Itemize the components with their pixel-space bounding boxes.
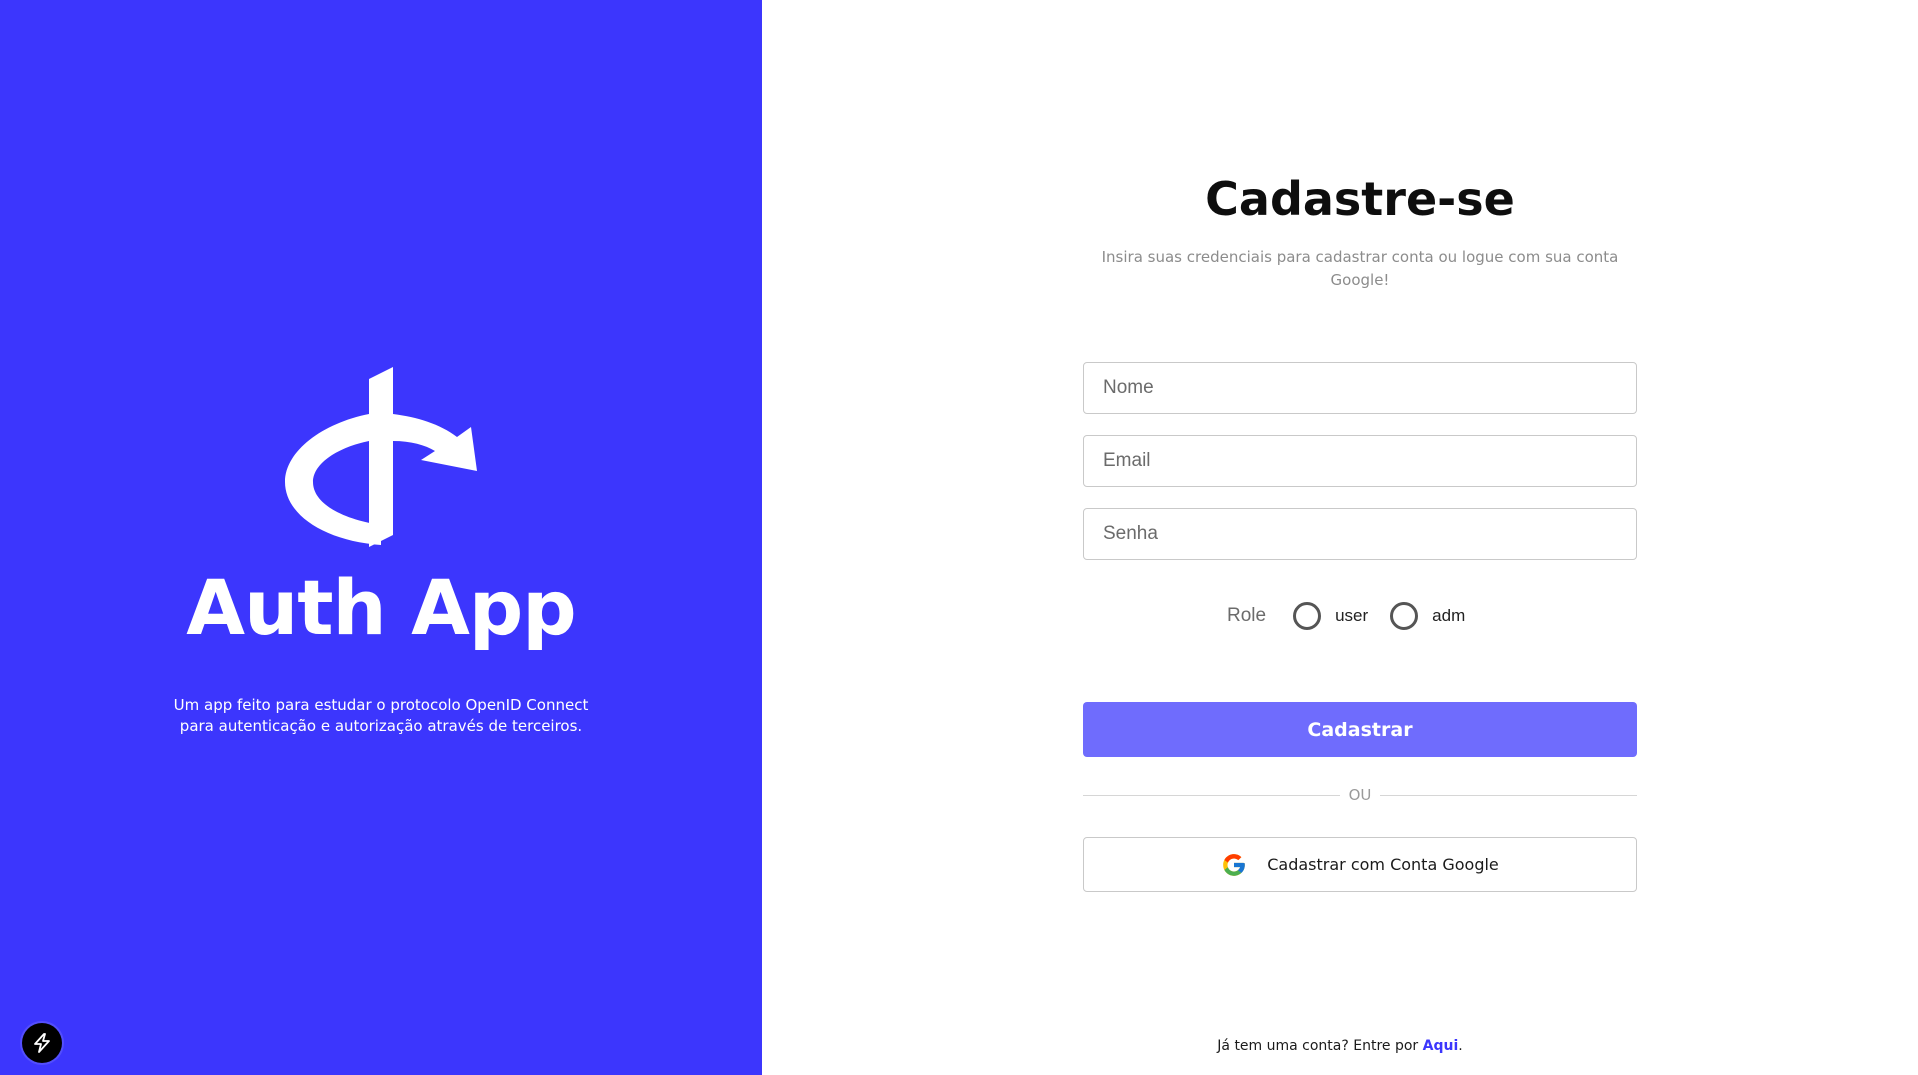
- role-user-label[interactable]: user: [1335, 606, 1368, 626]
- app-description: Um app feito para estudar o protocolo Op…: [173, 696, 589, 735]
- role-selector: Role user adm: [1227, 598, 1487, 634]
- register-button[interactable]: Cadastrar: [1083, 702, 1637, 757]
- name-input[interactable]: [1083, 362, 1637, 414]
- divider-line-right: [1380, 794, 1638, 796]
- google-register-button[interactable]: Cadastrar com Conta Google: [1083, 837, 1637, 892]
- google-icon: [1223, 853, 1246, 876]
- lightning-icon: [34, 1033, 50, 1053]
- email-input[interactable]: [1083, 435, 1637, 487]
- dev-tools-badge[interactable]: [22, 1023, 62, 1063]
- or-divider: OU: [1083, 785, 1638, 805]
- brand-panel: Auth App Um app feito para estudar o pro…: [0, 0, 762, 1075]
- login-prompt: Já tem uma conta? Entre por Aqui.: [762, 1038, 1918, 1054]
- login-prompt-suffix: .: [1458, 1038, 1463, 1054]
- google-register-label: Cadastrar com Conta Google: [1267, 855, 1499, 874]
- divider-text: OU: [1348, 786, 1372, 804]
- password-input[interactable]: [1083, 508, 1637, 560]
- app-title: Auth App: [186, 563, 576, 652]
- role-adm-label[interactable]: adm: [1432, 606, 1465, 626]
- page-title: Cadastre-se: [1205, 172, 1515, 226]
- divider-line-left: [1083, 794, 1340, 796]
- login-prompt-text: Já tem uma conta? Entre por: [1217, 1038, 1423, 1054]
- openid-logo-icon: [285, 367, 477, 547]
- role-label: Role: [1227, 605, 1267, 626]
- login-link[interactable]: Aqui: [1423, 1038, 1459, 1054]
- role-user-radio[interactable]: [1293, 602, 1322, 630]
- page-subtitle: Insira suas credenciais para cadastrar c…: [1101, 248, 1619, 289]
- role-adm-radio[interactable]: [1390, 602, 1419, 630]
